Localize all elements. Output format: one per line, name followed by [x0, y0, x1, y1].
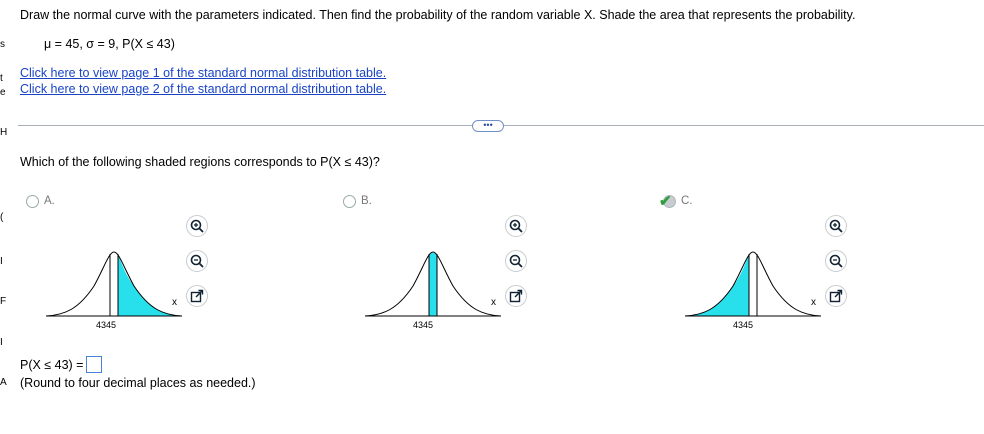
zoom-in-icon	[509, 219, 523, 233]
edge-letter: t	[0, 73, 3, 84]
option-b-radio[interactable]	[343, 194, 356, 208]
x-axis-label-b: x	[491, 297, 496, 308]
answer-label: P(X ≤ 43) =	[20, 357, 84, 372]
option-a[interactable]: A.	[26, 193, 55, 209]
table-page-1-link[interactable]: Click here to view page 1 of the standar…	[20, 66, 386, 80]
edge-letter: I	[0, 337, 3, 348]
external-link-icon	[509, 289, 523, 303]
tick-label-b: 4345	[413, 320, 434, 330]
zoom-in-button-b[interactable]	[505, 215, 527, 237]
zoom-in-icon	[190, 219, 204, 233]
option-c-radio[interactable]: ✔	[659, 193, 676, 210]
rounding-note: (Round to four decimal places as needed.…	[20, 376, 256, 390]
external-link-icon	[190, 289, 204, 303]
edge-letter: I	[0, 256, 3, 267]
zoom-in-button-a[interactable]	[186, 215, 208, 237]
parameters-text: μ = 45, σ = 9, P(X ≤ 43)	[44, 37, 175, 51]
normal-curve-b	[364, 251, 502, 317]
tick-label-c: 4345	[733, 320, 754, 330]
edge-letter: s	[0, 39, 5, 50]
edge-letter: H	[0, 127, 8, 138]
shaded-region-left	[685, 254, 749, 316]
option-c[interactable]: ✔ C.	[659, 193, 693, 210]
edge-letter: A	[0, 377, 7, 388]
option-b-label: B.	[361, 195, 372, 207]
answer-input[interactable]	[86, 356, 103, 373]
zoom-out-icon	[190, 254, 204, 268]
x-axis-label-a: x	[172, 297, 177, 308]
option-a-radio[interactable]	[26, 194, 39, 208]
option-b[interactable]: B.	[343, 193, 372, 209]
table-page-2-link[interactable]: Click here to view page 2 of the standar…	[20, 82, 386, 96]
correct-check-icon: ✔	[659, 192, 672, 210]
zoom-in-icon	[829, 219, 843, 233]
option-c-label: C.	[681, 195, 693, 207]
x-axis-label-c: x	[811, 297, 816, 308]
expand-more-button[interactable]: •••	[472, 120, 504, 132]
tick-label-a: 4345	[96, 320, 117, 330]
zoom-out-button-b[interactable]	[505, 250, 527, 272]
subquestion-text: Which of the following shaded regions co…	[20, 155, 380, 169]
normal-curve-a	[45, 251, 183, 317]
external-link-icon	[829, 289, 843, 303]
expand-button-b[interactable]	[505, 285, 527, 307]
expand-button-a[interactable]	[186, 285, 208, 307]
option-a-label: A.	[44, 195, 55, 207]
left-edge-clipped-text: s t e H ( I F I A	[0, 0, 8, 434]
shaded-region-between	[429, 252, 437, 316]
zoom-out-button-c[interactable]	[825, 250, 847, 272]
zoom-in-button-c[interactable]	[825, 215, 847, 237]
zoom-out-button-a[interactable]	[186, 250, 208, 272]
answer-row: P(X ≤ 43) =	[20, 356, 103, 373]
edge-letter: F	[0, 296, 7, 307]
question-text: Draw the normal curve with the parameter…	[20, 8, 856, 22]
edge-letter: e	[0, 87, 6, 98]
expand-button-c[interactable]	[825, 285, 847, 307]
zoom-out-icon	[829, 254, 843, 268]
edge-letter: (	[0, 212, 4, 223]
zoom-out-icon	[509, 254, 523, 268]
normal-curve-c	[684, 251, 822, 317]
